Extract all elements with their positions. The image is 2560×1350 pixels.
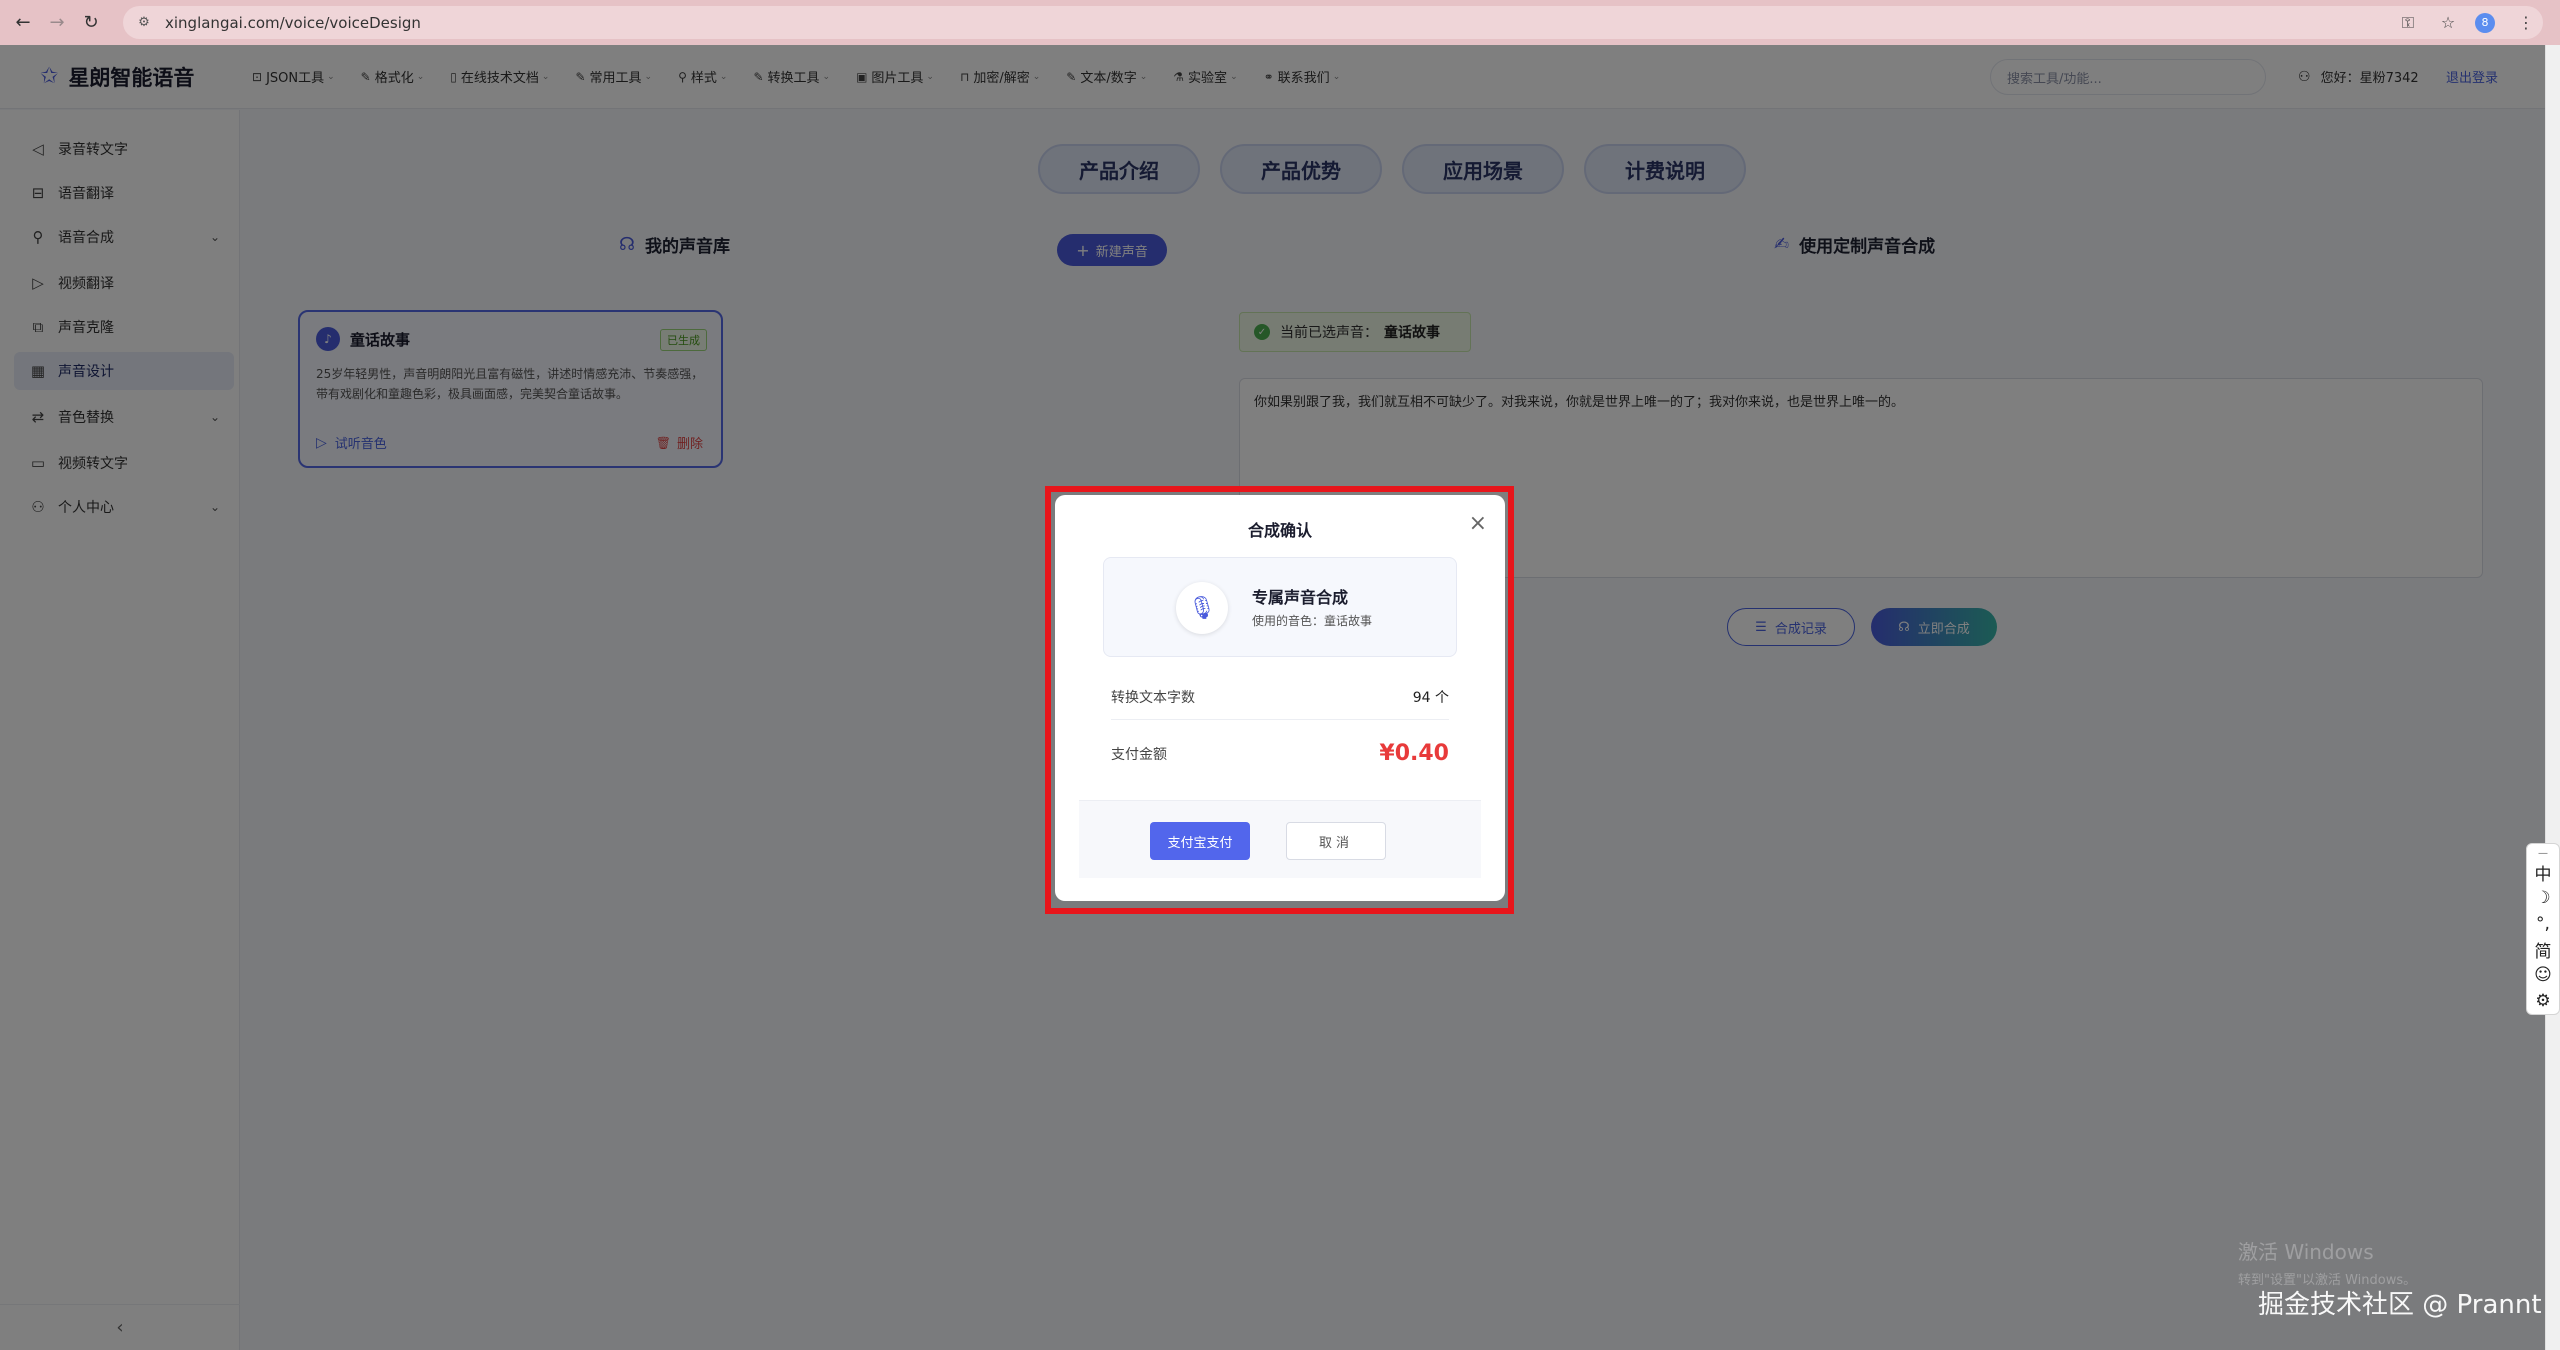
- key-icon[interactable]: ⚿: [2395, 13, 2421, 33]
- watermark-line-1: 激活 Windows: [2238, 1240, 2374, 1264]
- page-scrollbar[interactable]: [2545, 45, 2560, 1350]
- source-watermark: 掘金技术社区 @ Prannt: [2258, 1290, 2542, 1320]
- reload-icon[interactable]: ↻: [74, 6, 108, 40]
- close-icon[interactable]: ×: [1469, 511, 1487, 536]
- amount-value: ¥0.40: [1379, 741, 1449, 766]
- microphone-icon: 🎙: [1176, 582, 1228, 634]
- dialog-footer: [1079, 800, 1481, 878]
- amount-row: 支付金额 ¥0.40: [1111, 741, 1449, 766]
- dialog-title: 合成确认: [1247, 521, 1312, 540]
- ime-toolbar: — 中 ☽ °, 简 ☺ ⚙: [2526, 843, 2560, 1015]
- cancel-button[interactable]: 取消: [1286, 822, 1386, 860]
- url-text[interactable]: xinglangai.com/voice/voiceDesign: [165, 14, 421, 32]
- browser-menu-icon[interactable]: ⋮: [2513, 13, 2539, 32]
- char-count-value: 94 个: [1412, 690, 1449, 706]
- address-bar[interactable]: ⚙ xinglangai.com/voice/voiceDesign ⚿ ☆ 8…: [123, 6, 2543, 39]
- punctuation-icon[interactable]: °,: [2527, 911, 2559, 937]
- forward-icon[interactable]: →: [40, 6, 74, 40]
- back-icon[interactable]: ←: [6, 6, 40, 40]
- char-count-label: 转换文本字数: [1111, 690, 1195, 706]
- char-count-row: 转换文本字数 94 个: [1111, 687, 1449, 707]
- profile-avatar[interactable]: 8: [2475, 12, 2495, 33]
- site-settings-icon[interactable]: ⚙: [135, 14, 153, 32]
- alipay-button[interactable]: 支付宝支付: [1150, 822, 1250, 860]
- drag-handle-icon[interactable]: —: [2527, 848, 2559, 859]
- service-name: 专属声音合成: [1252, 588, 1349, 607]
- voice-used: 使用的音色：童话故事: [1252, 614, 1373, 628]
- service-card: 🎙 专属声音合成 使用的音色：童话故事: [1103, 557, 1457, 657]
- amount-label: 支付金额: [1111, 746, 1167, 763]
- windows-activation-watermark: 激活 Windows 转到"设置"以激活 Windows。: [2238, 1236, 2416, 1288]
- settings-icon[interactable]: ⚙: [2527, 988, 2559, 1014]
- browser-toolbar: ← → ↻ ⚙ xinglangai.com/voice/voiceDesign…: [0, 0, 2560, 45]
- ime-simplified[interactable]: 简: [2527, 937, 2559, 963]
- divider: [1111, 719, 1449, 720]
- confirm-dialog: 合成确认 × 🎙 专属声音合成 使用的音色：童话故事 转换文本字数 94 个 支…: [1055, 495, 1505, 901]
- ime-chinese-mode[interactable]: 中: [2527, 859, 2559, 885]
- moon-icon[interactable]: ☽: [2527, 885, 2559, 911]
- bookmark-star-icon[interactable]: ☆: [2435, 13, 2461, 32]
- emoji-icon[interactable]: ☺: [2527, 962, 2559, 988]
